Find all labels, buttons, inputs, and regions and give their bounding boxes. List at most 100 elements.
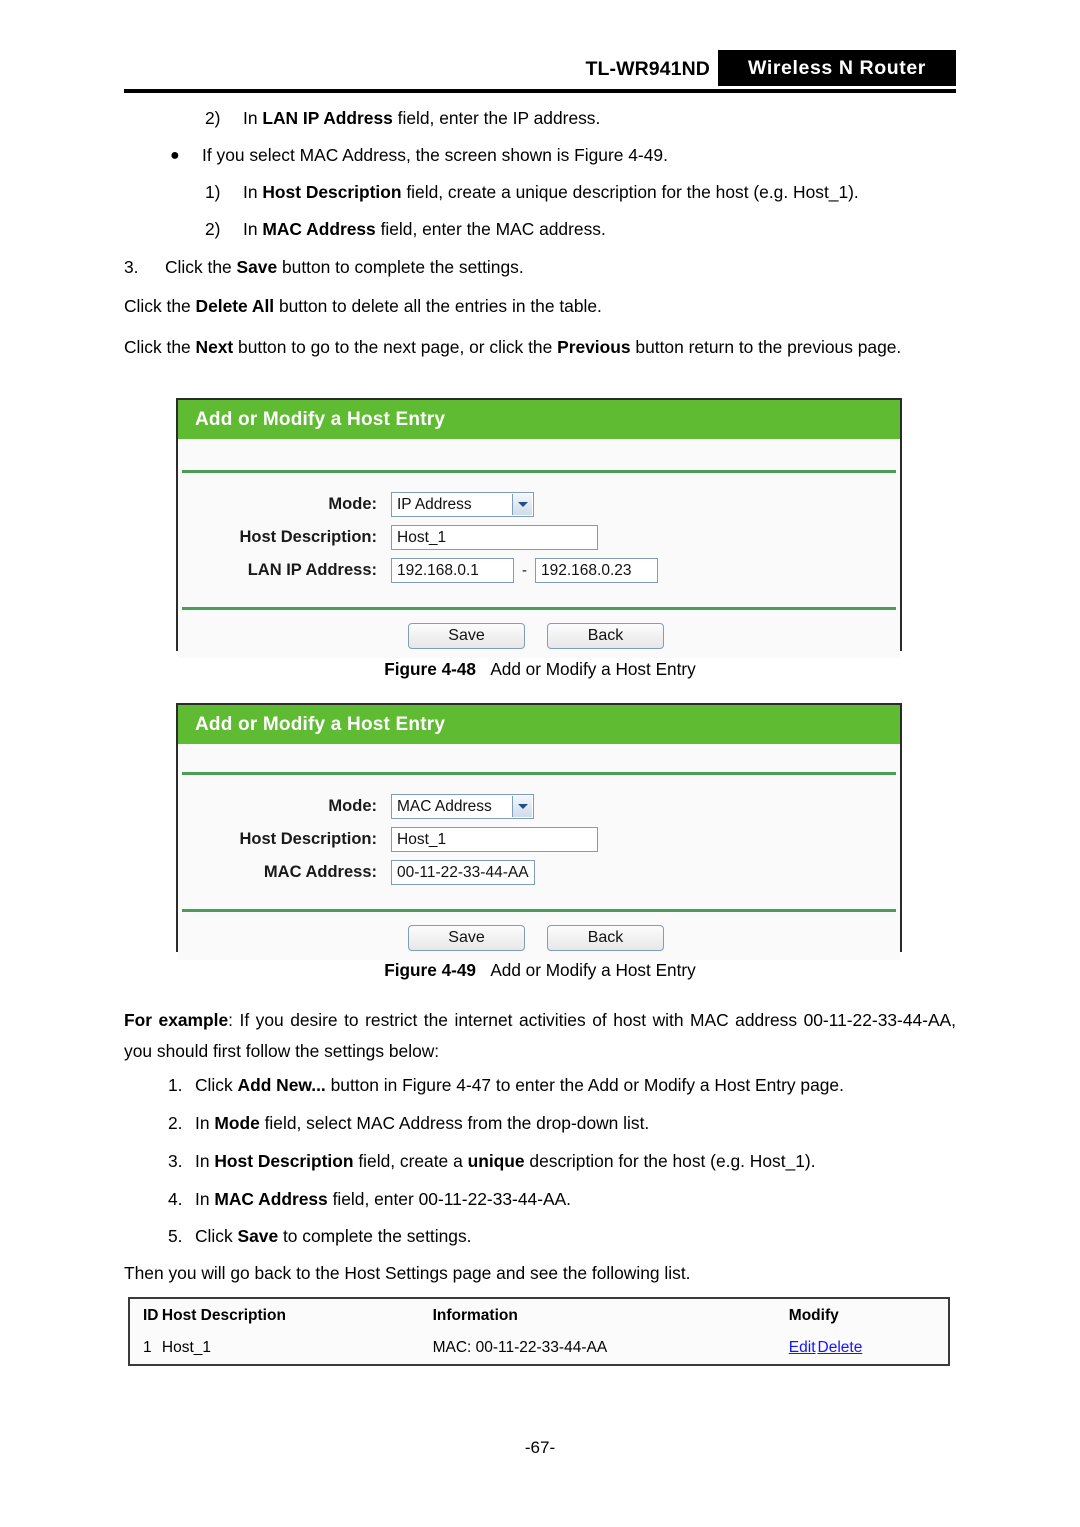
paragraph-for-example: For example: If you desire to restrict t… — [124, 1005, 956, 1067]
label-lan-ip-address: LAN IP Address: — [247, 561, 377, 579]
example-step-1-text: Click Add New... button in Figure 4-47 t… — [195, 1075, 844, 1095]
step-3-click-save: 3. Click the Save button to complete the… — [124, 255, 956, 280]
step-3-text: Click the Save button to complete the se… — [165, 257, 524, 277]
host-entry-panel-mac: Add or Modify a Host Entry Mode: MAC Add… — [176, 703, 902, 960]
example-step-5-number: 5. — [168, 1226, 183, 1246]
form-row-lan-ip-address: LAN IP Address: 192.168.0.1 - 192.168.0.… — [178, 554, 900, 587]
example-step-5-text: Click Save to complete the settings. — [195, 1226, 472, 1246]
example-step-4: 4. In MAC Address field, enter 00-11-22-… — [168, 1187, 956, 1212]
bullet-dot-icon: ● — [170, 147, 180, 164]
back-button-mac[interactable]: Back — [547, 925, 664, 951]
field-wrap-lan-ip-address: 192.168.0.1 - 192.168.0.23 — [391, 558, 658, 583]
edit-link[interactable]: Edit — [789, 1339, 816, 1356]
table-header-modify: Modify — [788, 1306, 839, 1324]
brand-banner: Wireless N Router — [718, 50, 956, 86]
substep-1-text: In Host Description field, create a uniq… — [243, 182, 859, 202]
mode-select-value-ip: IP Address — [397, 496, 472, 513]
substep-1-number: 1) — [205, 182, 221, 202]
substep-2-text: In MAC Address field, enter the MAC addr… — [243, 219, 606, 239]
table-cell-modify: Edit Delete — [789, 1339, 948, 1357]
table-header-information: Information — [432, 1306, 518, 1324]
back-button-ip[interactable]: Back — [547, 623, 664, 649]
example-step-3-text: In Host Description field, create a uniq… — [195, 1151, 816, 1171]
example-step-3-number: 3. — [168, 1151, 183, 1171]
field-wrap-host-description-ip: Host_1 — [391, 525, 598, 550]
save-button-ip[interactable]: Save — [408, 623, 525, 649]
host-description-input-mac[interactable]: Host_1 — [391, 827, 598, 852]
host-description-input-ip[interactable]: Host_1 — [391, 525, 598, 550]
step-3-number: 3. — [124, 257, 139, 277]
step-2-text: In LAN IP Address field, enter the IP ad… — [243, 108, 601, 128]
document-page: TL-WR941ND Wireless N Router 2) In LAN I… — [0, 0, 1080, 1527]
example-step-1: 1. Click Add New... button in Figure 4-4… — [168, 1073, 956, 1098]
example-step-2-text: In Mode field, select MAC Address from t… — [195, 1113, 650, 1133]
bullet-mac-address-screen: ● If you select MAC Address, the screen … — [170, 143, 956, 168]
panel-title-ip: Add or Modify a Host Entry — [178, 400, 900, 439]
step-2-number: 2) — [205, 108, 221, 128]
example-step-4-number: 4. — [168, 1189, 183, 1209]
label-mode-mac: Mode: — [328, 797, 377, 815]
substep-2-mac-address: 2) In MAC Address field, enter the MAC a… — [205, 217, 956, 242]
figure-caption-4-48: Figure 4-48 Add or Modify a Host Entry — [0, 659, 1080, 680]
table-row: 1 Host_1 MAC: 00-11-22-33-44-AA Edit Dele… — [130, 1332, 948, 1364]
mode-select-ip[interactable]: IP Address — [391, 492, 534, 517]
label-mac-address: MAC Address: — [263, 863, 377, 881]
example-step-1-number: 1. — [168, 1075, 183, 1095]
form-row-mode-ip: Mode: IP Address — [178, 488, 900, 521]
field-wrap-mac-address: 00-11-22-33-44-AA — [391, 860, 535, 885]
host-entry-panel-ip: Add or Modify a Host Entry Mode: IP Addr… — [176, 398, 902, 658]
example-step-4-text: In MAC Address field, enter 00-11-22-33-… — [195, 1189, 572, 1209]
form-row-host-description-ip: Host Description: Host_1 — [178, 521, 900, 554]
panel-spacer-ip — [178, 439, 900, 470]
header-rule — [124, 89, 956, 93]
table-cell-information: MAC: 00-11-22-33-44-AA — [432, 1339, 608, 1356]
form-row-host-description-mac: Host Description: Host_1 — [178, 823, 900, 856]
field-wrap-host-description-mac: Host_1 — [391, 827, 598, 852]
mac-address-input[interactable]: 00-11-22-33-44-AA — [391, 860, 535, 885]
lan-ip-end-input[interactable]: 192.168.0.23 — [535, 558, 658, 583]
running-header: TL-WR941ND Wireless N Router — [124, 50, 956, 93]
chevron-down-icon[interactable] — [512, 494, 532, 515]
page-number: -67- — [524, 1438, 556, 1457]
figure-caption-4-49: Figure 4-49 Add or Modify a Host Entry — [0, 960, 1080, 981]
bullet-mac-text: If you select MAC Address, the screen sh… — [202, 145, 668, 165]
mode-select-value-mac: MAC Address — [397, 798, 492, 815]
table-header-row: ID Host Description Information Modify — [130, 1299, 948, 1332]
example-step-3: 3. In Host Description field, create a u… — [168, 1149, 956, 1174]
step-2-lan-ip: 2) In LAN IP Address field, enter the IP… — [205, 106, 956, 131]
substep-2-number: 2) — [205, 219, 221, 239]
figure-title-4-49: Add or Modify a Host Entry — [490, 960, 696, 980]
example-step-5: 5. Click Save to complete the settings. — [168, 1224, 956, 1249]
figure-number-4-48: Figure 4-48 — [384, 659, 476, 679]
panel-buttons-ip: Save Back — [178, 610, 900, 658]
host-entry-form-mac: Mode: MAC Address Host Description: Host… — [178, 775, 900, 909]
lan-ip-range-separator: - — [521, 561, 528, 579]
save-button-mac[interactable]: Save — [408, 925, 525, 951]
field-wrap-mode-ip: IP Address — [391, 492, 534, 517]
table-cell-description: Host_1 — [161, 1339, 212, 1356]
figure-number-4-49: Figure 4-49 — [384, 960, 476, 980]
chevron-down-icon[interactable] — [512, 796, 532, 817]
host-settings-result-table: ID Host Description Information Modify 1… — [128, 1297, 950, 1366]
label-host-description-ip: Host Description: — [239, 528, 377, 546]
label-host-description-mac: Host Description: — [239, 830, 377, 848]
brand-banner-label: Wireless N Router — [748, 57, 926, 79]
paragraph-next-previous: Click the Next button to go to the next … — [124, 337, 902, 357]
table-header-description: Host Description — [161, 1306, 286, 1324]
for-example-lead: For example — [124, 1010, 229, 1030]
paragraph-then-go-back: Then you will go back to the Host Settin… — [124, 1263, 691, 1283]
for-example-line1: : If you desire to restrict the internet… — [228, 1010, 798, 1030]
mode-select-mac[interactable]: MAC Address — [391, 794, 534, 819]
paragraph-delete-all: Click the Delete All button to delete al… — [124, 296, 602, 316]
lan-ip-start-input[interactable]: 192.168.0.1 — [391, 558, 514, 583]
page-footer: -67- — [0, 1438, 1080, 1458]
form-row-mode-mac: Mode: MAC Address — [178, 790, 900, 823]
delete-link[interactable]: Delete — [818, 1339, 863, 1356]
figure-title-4-48: Add or Modify a Host Entry — [490, 659, 696, 679]
host-entry-form-ip: Mode: IP Address Host Description: Host_… — [178, 473, 900, 607]
panel-spacer-mac — [178, 744, 900, 772]
table-header-id: ID — [143, 1306, 159, 1324]
substep-1-host-description: 1) In Host Description field, create a u… — [205, 180, 956, 205]
panel-title-mac: Add or Modify a Host Entry — [178, 705, 900, 744]
field-wrap-mode-mac: MAC Address — [391, 794, 534, 819]
